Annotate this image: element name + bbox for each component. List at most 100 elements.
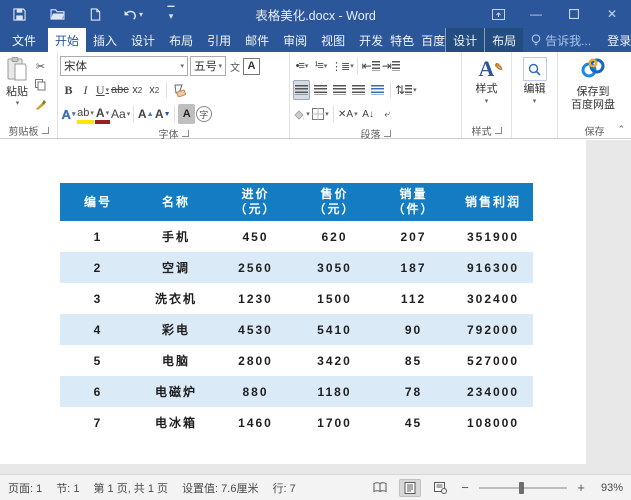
- table-cell[interactable]: 电脑: [136, 345, 216, 376]
- table-cell[interactable]: 108000: [453, 407, 533, 438]
- table-header-cell[interactable]: 销量 （件）: [374, 183, 453, 221]
- zoom-in-button[interactable]: +: [575, 480, 587, 495]
- table-cell[interactable]: 6: [60, 376, 136, 407]
- sort-icon[interactable]: A↓: [360, 104, 377, 124]
- web-layout-icon[interactable]: [429, 479, 451, 497]
- styles-dropdown-icon[interactable]: ▾: [485, 97, 489, 105]
- table-cell[interactable]: 1: [60, 221, 136, 252]
- clipboard-dialog-launcher-icon[interactable]: [41, 127, 49, 134]
- table-cell[interactable]: 5410: [295, 314, 374, 345]
- paste-button[interactable]: 粘贴 ▾: [2, 54, 32, 123]
- subscript-button[interactable]: x2: [129, 80, 146, 100]
- font-name-select[interactable]: 宋体 ▾: [60, 56, 188, 76]
- clear-formatting-icon[interactable]: [170, 80, 187, 100]
- tab-5[interactable]: 邮件: [238, 28, 276, 52]
- table-cell[interactable]: 1700: [295, 407, 374, 438]
- editing-button[interactable]: 编辑 ▾: [514, 54, 555, 123]
- table-header-cell[interactable]: 名称: [136, 183, 216, 221]
- table-cell[interactable]: 2: [60, 252, 136, 283]
- shrink-font-icon[interactable]: A ▼: [154, 104, 171, 124]
- table-cell[interactable]: 4530: [216, 314, 295, 345]
- tab-table-design[interactable]: 设计: [445, 28, 485, 52]
- table-cell[interactable]: 电磁炉: [136, 376, 216, 407]
- tab-9[interactable]: 特色功能: [383, 28, 414, 52]
- superscript-button[interactable]: x2: [146, 80, 163, 100]
- character-shading-icon[interactable]: A: [178, 104, 196, 124]
- align-left-button[interactable]: [293, 80, 310, 100]
- table-cell[interactable]: 916300: [453, 252, 533, 283]
- grow-font-icon[interactable]: A ▲: [137, 104, 154, 124]
- zoom-slider-thumb[interactable]: [518, 481, 524, 494]
- table-cell[interactable]: 2560: [216, 252, 295, 283]
- phonetic-guide-icon[interactable]: 文: [226, 56, 243, 76]
- table-cell[interactable]: 234000: [453, 376, 533, 407]
- strikethrough-button[interactable]: abc: [111, 80, 129, 100]
- document-page[interactable]: 编号 名称 进价 （元） 售价 （元） 销量 （件） 销售利润 1 手机 450 620 207 35…: [0, 140, 586, 464]
- table-cell[interactable]: 7: [60, 407, 136, 438]
- undo-icon[interactable]: ▾: [114, 0, 152, 28]
- change-case-icon[interactable]: Aa ▾: [111, 104, 130, 124]
- tab-10[interactable]: 百度网盘: [414, 28, 445, 52]
- asian-layout-icon[interactable]: ✕A ▾: [338, 104, 358, 124]
- table-cell[interactable]: 880: [216, 376, 295, 407]
- status-section[interactable]: 节: 1: [56, 480, 79, 496]
- table-header-cell[interactable]: 售价 （元）: [295, 183, 374, 221]
- font-name-dropdown-icon[interactable]: ▾: [180, 62, 184, 70]
- tab-3[interactable]: 布局: [162, 28, 200, 52]
- collapse-ribbon-icon[interactable]: ⌃: [617, 124, 625, 135]
- customize-quick-access-icon[interactable]: ▔ ▾: [152, 0, 190, 28]
- table-cell[interactable]: 彩电: [136, 314, 216, 345]
- table-cell[interactable]: 302400: [453, 283, 533, 314]
- tab-0[interactable]: 开始: [48, 28, 87, 52]
- bullet-list-icon[interactable]: •≡ ▾: [293, 56, 310, 76]
- multilevel-list-icon[interactable]: ⋮≣ ▾: [331, 56, 354, 76]
- font-size-select[interactable]: 五号 ▾: [190, 56, 226, 76]
- numbered-list-icon[interactable]: ¹≡ ▾: [312, 56, 329, 76]
- align-center-button[interactable]: [312, 80, 329, 100]
- underline-button[interactable]: U ▾: [94, 80, 111, 100]
- table-cell[interactable]: 手机: [136, 221, 216, 252]
- table-cell[interactable]: 电冰箱: [136, 407, 216, 438]
- tab-7[interactable]: 视图: [314, 28, 352, 52]
- borders-icon[interactable]: ▾: [312, 104, 329, 124]
- paste-dropdown-icon[interactable]: ▾: [16, 99, 20, 107]
- table-cell[interactable]: 4: [60, 314, 136, 345]
- print-layout-icon[interactable]: [399, 478, 421, 497]
- zoom-level[interactable]: 93%: [595, 482, 623, 494]
- distribute-button[interactable]: [369, 80, 386, 100]
- table-cell[interactable]: 2800: [216, 345, 295, 376]
- tell-me[interactable]: 告诉我...: [523, 28, 599, 52]
- sign-in-button[interactable]: 登录: [599, 28, 631, 52]
- status-line[interactable]: 行: 7: [272, 480, 295, 496]
- tab-8[interactable]: 开发工具: [352, 28, 383, 52]
- table-cell[interactable]: 1230: [216, 283, 295, 314]
- table-cell[interactable]: 90: [374, 314, 453, 345]
- table-cell[interactable]: 85: [374, 345, 453, 376]
- table-cell[interactable]: 351900: [453, 221, 533, 252]
- table-cell[interactable]: 620: [295, 221, 374, 252]
- table-cell[interactable]: 45: [374, 407, 453, 438]
- show-hide-marks-icon[interactable]: ⤶: [379, 104, 396, 124]
- table-cell[interactable]: 3050: [295, 252, 374, 283]
- save-icon[interactable]: [0, 0, 38, 28]
- align-right-button[interactable]: [331, 80, 348, 100]
- table-cell[interactable]: 洗衣机: [136, 283, 216, 314]
- tab-6[interactable]: 审阅: [276, 28, 314, 52]
- bold-button[interactable]: B: [60, 80, 77, 100]
- table-cell[interactable]: 78: [374, 376, 453, 407]
- tab-1[interactable]: 插入: [86, 28, 124, 52]
- open-icon[interactable]: [38, 0, 76, 28]
- undo-dropdown-icon[interactable]: ▾: [139, 10, 143, 19]
- font-dialog-launcher-icon[interactable]: [181, 130, 189, 137]
- zoom-out-button[interactable]: −: [459, 480, 471, 495]
- font-color-icon[interactable]: A ▾: [94, 104, 111, 124]
- minimize-button[interactable]: —: [517, 0, 555, 28]
- format-painter-icon[interactable]: [32, 96, 49, 112]
- table-cell[interactable]: 3: [60, 283, 136, 314]
- close-button[interactable]: ✕: [593, 0, 631, 28]
- table-cell[interactable]: 112: [374, 283, 453, 314]
- tab-table-layout[interactable]: 布局: [484, 28, 524, 52]
- table-cell[interactable]: 空调: [136, 252, 216, 283]
- read-mode-icon[interactable]: [369, 479, 391, 497]
- italic-button[interactable]: I: [77, 80, 94, 100]
